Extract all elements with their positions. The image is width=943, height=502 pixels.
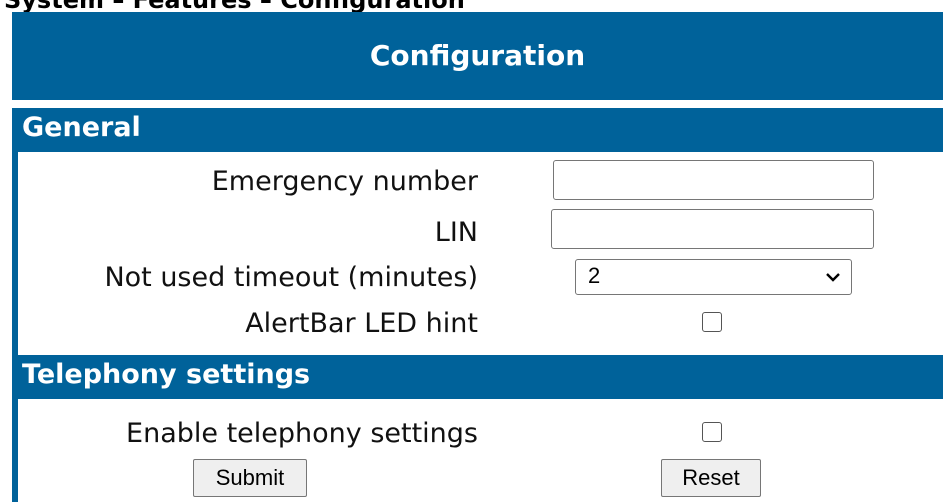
alertbar-led-hint-label: AlertBar LED hint bbox=[245, 308, 478, 339]
telephony-section-title: Telephony settings bbox=[22, 359, 311, 390]
enable-telephony-settings-checkbox[interactable] bbox=[702, 422, 722, 442]
lin-label: LIN bbox=[434, 217, 478, 248]
not-used-timeout-select[interactable]: 2 bbox=[575, 259, 852, 295]
telephony-section-header: Telephony settings bbox=[12, 355, 943, 399]
emergency-number-input[interactable] bbox=[553, 160, 874, 200]
timeout-selected-value: 2 bbox=[588, 263, 601, 288]
lin-input[interactable] bbox=[551, 209, 874, 249]
general-section-title: General bbox=[22, 112, 141, 143]
left-border bbox=[12, 399, 18, 502]
chevron-down-icon bbox=[826, 273, 840, 282]
reset-button[interactable]: Reset bbox=[661, 459, 761, 497]
emergency-number-label: Emergency number bbox=[211, 166, 478, 197]
alertbar-led-hint-checkbox[interactable] bbox=[702, 312, 722, 332]
general-section-header: General bbox=[12, 108, 943, 152]
enable-telephony-settings-label: Enable telephony settings bbox=[126, 418, 478, 449]
page-header: Configuration bbox=[12, 12, 943, 100]
submit-button[interactable]: Submit bbox=[193, 459, 307, 497]
breadcrumb: System – Features – Configuration bbox=[4, 0, 465, 14]
configuration-panel: Configuration General Emergency number L… bbox=[12, 12, 943, 502]
left-border bbox=[12, 152, 18, 355]
not-used-timeout-label: Not used timeout (minutes) bbox=[104, 262, 478, 293]
page-title: Configuration bbox=[369, 39, 586, 72]
